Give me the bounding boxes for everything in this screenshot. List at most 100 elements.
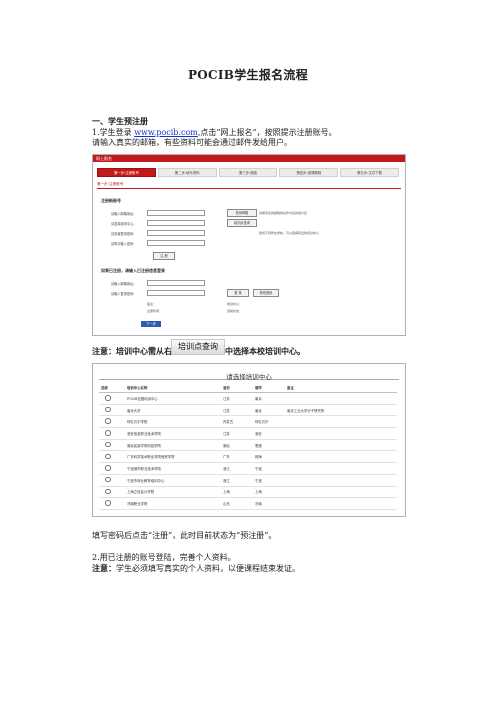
city-cell: 珠海 xyxy=(253,450,285,464)
password-field[interactable] xyxy=(147,229,205,237)
center-name-cell: 淮安信息职业技术学院 xyxy=(125,427,221,440)
table-row[interactable]: 呼伦贝尔学院 内蒙古 呼伦贝尔 xyxy=(99,415,397,429)
center-name-cell: 上海立信会计学院 xyxy=(125,486,221,499)
radio-button[interactable] xyxy=(105,406,111,413)
table-row[interactable]: 宁波城市职业技术学院 浙江 宁波 xyxy=(99,462,397,475)
radio-button[interactable] xyxy=(105,430,111,436)
row-select-cell xyxy=(99,415,125,429)
province-cell: 浙江 xyxy=(221,474,253,487)
new-account-heading: 注册新账号 xyxy=(101,198,121,203)
tab-step5[interactable]: 第五步:生存下载 xyxy=(340,168,399,177)
password-note: 填写密码后点击“注册”，此时目前状态为“预注册”。 xyxy=(92,531,277,540)
table-row[interactable]: 南京大学 江苏 南京 南京工业大学分子研究所 xyxy=(99,404,397,417)
table-row[interactable]: 上海立信会计学院 上海 上海 xyxy=(99,486,397,499)
remark-cell xyxy=(285,497,397,510)
center-name-cell: 济南职业学院 xyxy=(125,497,221,510)
table-row[interactable]: 宁波市商业教育培训中心 浙江 宁波 xyxy=(99,474,397,487)
remark-cell xyxy=(285,439,397,452)
radio-button[interactable] xyxy=(105,453,111,460)
radio-button[interactable] xyxy=(105,476,111,483)
step1-suffix: ,点击“网上报名”，按照提示注册账号。 xyxy=(197,128,337,137)
section-heading: 一、学生预注册 xyxy=(92,116,148,126)
city-cell: 南京 xyxy=(253,392,285,405)
login-email-field[interactable] xyxy=(147,279,205,287)
remark-cell xyxy=(285,427,397,440)
password-row: 请设置登录密码： xyxy=(111,229,205,237)
note1-start: 注意：培训中心需从右边 xyxy=(92,346,180,356)
radio-button[interactable] xyxy=(105,418,111,424)
remark-cell xyxy=(285,486,397,499)
table-row[interactable]: 济南职业学院 山东 济南 xyxy=(99,497,397,510)
center-picker-screenshot: 请选择培训中心 选择 培训中心名称 省份 城市 备注 POCIB全国培训中心 江苏… xyxy=(92,363,406,517)
pocib-link[interactable]: www.pocib.com xyxy=(134,128,198,137)
city-cell: 上海 xyxy=(253,486,285,499)
center-name-cell: POCIB全国培训中心 xyxy=(125,392,221,405)
login-password-row: 请输入登录密码： xyxy=(111,289,205,297)
province-cell: 江苏 xyxy=(221,392,253,405)
login-password-label: 请输入登录密码： xyxy=(111,291,137,296)
row-select-cell xyxy=(99,462,125,475)
registration-screenshot: 网上报名 第一步:注册账号 第二步:填写资料 第三步:缴费 第四步:选课题程 第… xyxy=(92,154,406,336)
table-header-row: 选择 培训中心名称 省份 城市 备注 xyxy=(99,383,397,393)
table-row[interactable]: 广东科学技术职业学院商贸学院 广东 珠海 xyxy=(99,450,397,464)
login-email-row: 请输入邮箱地址： xyxy=(111,279,205,287)
note2-text: 学生必须填写真实的个人资料，以便课程结束发证。 xyxy=(116,564,300,573)
table-row[interactable]: 淮安信息职业技术学院 江苏 淮安 xyxy=(99,427,397,440)
radio-button[interactable] xyxy=(105,465,111,471)
form-subtitle: 第一步:注册账号 xyxy=(97,182,401,189)
step-tabs: 第一步:注册账号 第二步:填写资料 第三步:缴费 第四步:选课题程 第五步:生存… xyxy=(97,168,401,177)
login-email-label: 请输入邮箱地址： xyxy=(111,281,137,286)
note2-line: 注意：学生必须填写真实的个人资料，以便课程结束发证。 xyxy=(92,563,300,574)
tab-step3[interactable]: 第三步:缴费 xyxy=(218,168,278,177)
page-title: POCIB学生报名流程 xyxy=(187,68,309,82)
step2-line: 2.用已注册的账号登陆，完善个人资料。 xyxy=(92,553,236,562)
remark-label: 备注： xyxy=(147,302,157,306)
row-select-cell xyxy=(99,439,125,452)
city-cell: 济南 xyxy=(253,497,285,510)
col-remark: 备注 xyxy=(285,383,397,393)
city-cell: 淮安 xyxy=(253,427,285,440)
center-name-cell: 呼伦贝尔学院 xyxy=(125,415,221,429)
query-center-button[interactable]: 培训点查询 xyxy=(227,219,257,227)
note2-label: 注意： xyxy=(92,563,116,573)
row-select-cell xyxy=(99,392,125,405)
radio-button[interactable] xyxy=(105,395,111,401)
email-field[interactable] xyxy=(147,209,205,217)
next-button[interactable]: 下一步 xyxy=(141,321,161,327)
change-password-button[interactable]: 修改密码 xyxy=(253,289,279,297)
row-select-cell xyxy=(99,474,125,487)
tab-step4[interactable]: 第四步:选课题程 xyxy=(279,168,339,177)
radio-button[interactable] xyxy=(105,488,111,495)
remark-cell xyxy=(285,392,397,405)
city-cell: 宁波 xyxy=(253,474,285,487)
email-label: 请输入邮箱地址： xyxy=(111,211,137,216)
table-row[interactable]: 湖北民族学院科技学院 湖北 恩施 xyxy=(99,439,397,452)
col-name: 培训中心名称 xyxy=(125,383,221,393)
email-row: 请输入邮箱地址： xyxy=(111,209,205,217)
check-email-button[interactable]: 检测邮箱 xyxy=(227,209,257,217)
province-cell: 内蒙古 xyxy=(221,415,253,429)
center-name-cell: 广东科学技术职业学院商贸学院 xyxy=(125,450,221,464)
center-label: 请选择培训中心： xyxy=(111,221,137,226)
center-name-cell: 湖北民族学院科技学院 xyxy=(125,439,221,452)
login-password-field[interactable] xyxy=(147,289,205,297)
row-select-cell xyxy=(99,427,125,440)
col-city: 城市 xyxy=(253,383,285,393)
tab-step1[interactable]: 第一步:注册账号 xyxy=(97,168,156,177)
register-button[interactable]: 注 册 xyxy=(153,252,175,260)
province-cell: 广东 xyxy=(221,450,253,464)
table-row[interactable]: POCIB全国培训中心 江苏 南京 xyxy=(99,392,397,405)
center-name-cell: 宁波城市职业技术学院 xyxy=(125,462,221,475)
city-cell: 南京 xyxy=(253,404,285,417)
login-button[interactable]: 登 录 xyxy=(227,289,249,297)
confirm-label: 请再次输入密码： xyxy=(111,241,137,246)
radio-button[interactable] xyxy=(105,441,111,448)
center-field[interactable] xyxy=(147,219,205,227)
step1-line2: 请输入真实的邮箱，有些资料可能会通过邮件发给用户。 xyxy=(92,138,292,147)
radio-button[interactable] xyxy=(105,500,111,506)
center-hint: 如找不到所在学校，可以选择就近的培训中心 xyxy=(259,231,320,235)
confirm-field[interactable] xyxy=(147,239,205,247)
login-heading: 如果已注册，请输入已注册信息登录 xyxy=(101,268,165,273)
tab-step2[interactable]: 第二步:填写资料 xyxy=(157,168,217,177)
query-center-image-button: 培训点查询 xyxy=(171,339,225,355)
